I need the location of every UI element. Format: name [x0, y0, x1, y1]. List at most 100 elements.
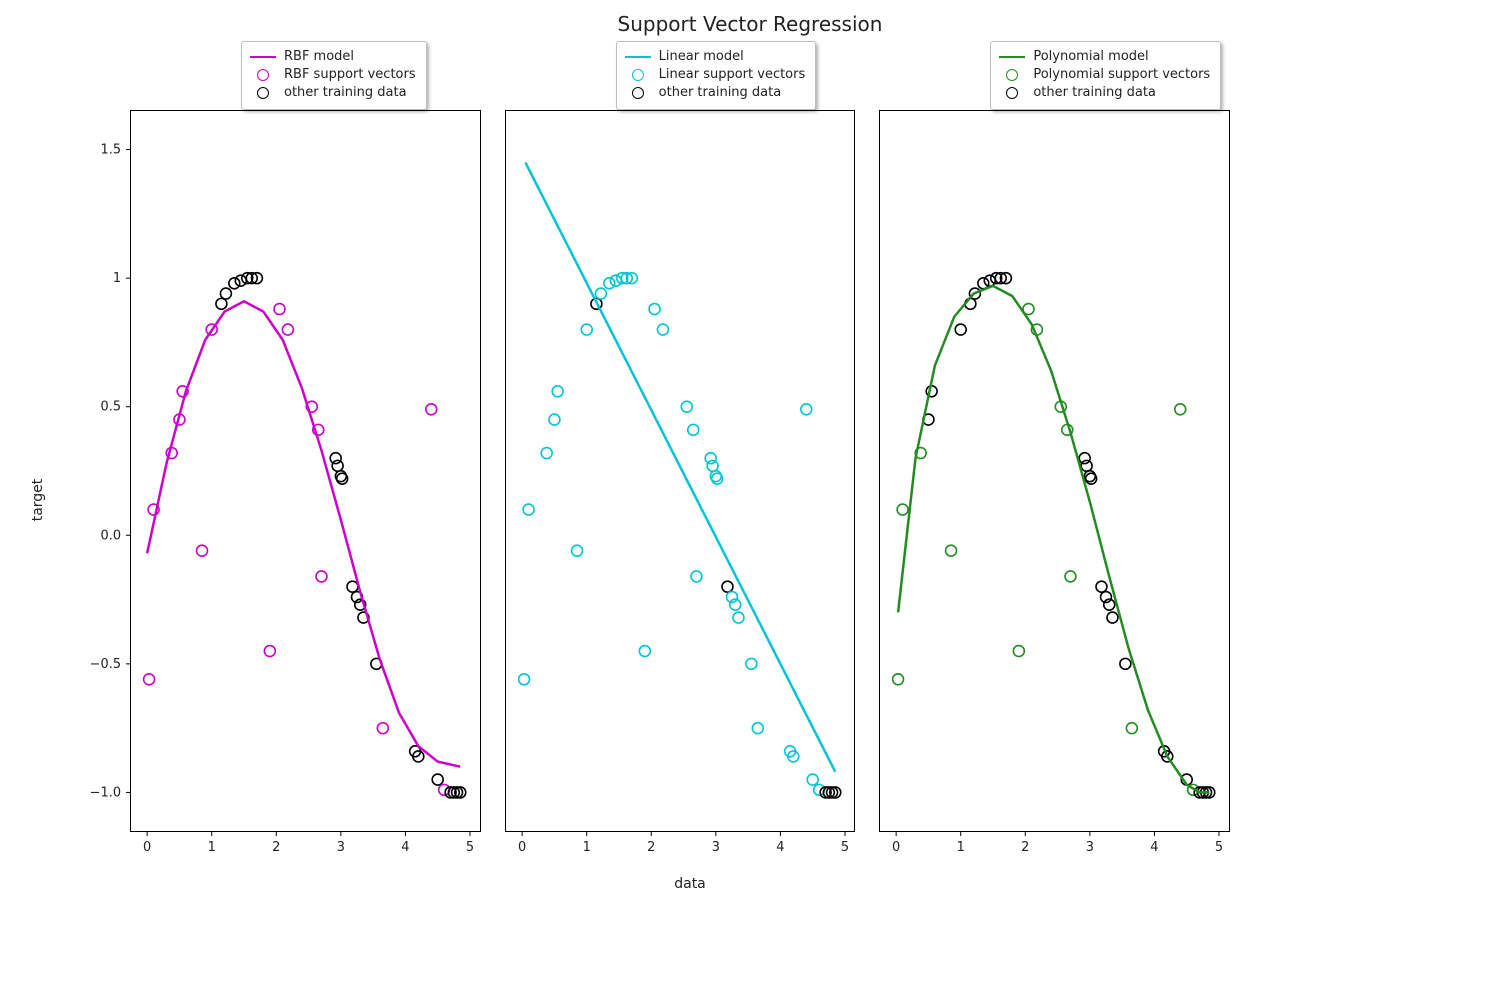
x-tick-label: 1	[582, 840, 590, 855]
legend: Linear modelLinear support vectorsother …	[616, 41, 817, 110]
x-tick-label: 4	[1151, 840, 1159, 855]
legend-label: RBF model	[284, 48, 354, 66]
legend-label: other training data	[1033, 84, 1156, 102]
x-tick-label: 4	[401, 840, 409, 855]
model-curve	[147, 301, 460, 766]
legend: RBF modelRBF support vectorsother traini…	[241, 41, 427, 110]
panel-row: RBF modelRBF support vectorsother traini…	[130, 110, 1230, 832]
support-vector-point	[610, 275, 621, 286]
training-point	[216, 298, 227, 309]
support-vector-point	[897, 504, 908, 515]
support-vector-point	[657, 324, 668, 335]
support-vector-point	[264, 646, 275, 657]
support-vector-point	[518, 674, 529, 685]
support-vector-point	[581, 324, 592, 335]
legend-marker-icon	[257, 69, 269, 81]
support-vector-point	[707, 460, 718, 471]
training-point	[220, 288, 231, 299]
training-point	[432, 774, 443, 785]
y-tick-label: −1.0	[90, 785, 121, 800]
training-point	[347, 581, 358, 592]
plot-area: 012345	[506, 111, 855, 831]
y-axis-label: target	[30, 479, 46, 522]
training-point	[1107, 612, 1118, 623]
training-point	[330, 453, 341, 464]
y-tick-label: 0.0	[101, 528, 122, 543]
x-tick-label: 1	[208, 840, 216, 855]
legend-label: other training data	[284, 84, 407, 102]
subplot-poly: Polynomial modelPolynomial support vecto…	[879, 110, 1230, 832]
training-point	[722, 581, 733, 592]
support-vector-point	[681, 401, 692, 412]
x-tick-label: 3	[337, 840, 345, 855]
x-tick-label: 0	[892, 840, 900, 855]
support-vector-point	[274, 304, 285, 315]
plot-area: 012345	[880, 111, 1229, 831]
plot-area: 012345−1.0−0.50.00.511.5	[131, 111, 480, 831]
x-tick-label: 2	[272, 840, 280, 855]
model-curve	[525, 162, 835, 771]
support-vector-point	[552, 386, 563, 397]
subplot-linear: Linear modelLinear support vectorsother …	[505, 110, 856, 832]
support-vector-point	[604, 278, 615, 289]
x-tick-label: 2	[647, 840, 655, 855]
support-vector-point	[946, 545, 957, 556]
x-tick-label: 5	[466, 840, 474, 855]
figure-title: Support Vector Regression	[0, 12, 1500, 36]
training-point	[956, 324, 967, 335]
legend-marker-icon	[632, 87, 644, 99]
support-vector-point	[649, 304, 660, 315]
support-vector-point	[571, 545, 582, 556]
training-point	[235, 275, 246, 286]
x-tick-label: 3	[1086, 840, 1094, 855]
support-vector-point	[541, 448, 552, 459]
support-vector-point	[282, 324, 293, 335]
y-tick-label: 1.5	[101, 143, 122, 158]
support-vector-point	[1175, 404, 1186, 415]
legend-marker-icon	[1006, 87, 1018, 99]
legend-label: Linear model	[659, 48, 744, 66]
support-vector-point	[377, 723, 388, 734]
subplot-rbf: RBF modelRBF support vectorsother traini…	[130, 110, 481, 832]
training-point	[229, 278, 240, 289]
legend-marker-icon	[257, 87, 269, 99]
support-vector-point	[523, 504, 534, 515]
x-tick-label: 2	[1022, 840, 1030, 855]
legend-label: RBF support vectors	[284, 66, 416, 84]
support-vector-point	[800, 404, 811, 415]
x-tick-label: 5	[841, 840, 849, 855]
support-vector-point	[752, 723, 763, 734]
legend-label: other training data	[659, 84, 782, 102]
support-vector-point	[1065, 571, 1076, 582]
legend-marker-icon	[1006, 69, 1018, 81]
support-vector-point	[705, 453, 716, 464]
support-vector-point	[197, 545, 208, 556]
x-tick-label: 0	[143, 840, 151, 855]
support-vector-point	[316, 571, 327, 582]
legend-label: Linear support vectors	[659, 66, 806, 84]
figure: Support Vector Regression target data RB…	[0, 0, 1500, 1000]
support-vector-point	[733, 612, 744, 623]
training-point	[1120, 658, 1131, 669]
model-curve	[898, 286, 1209, 793]
support-vector-point	[893, 674, 904, 685]
support-vector-point	[639, 646, 650, 657]
support-vector-point	[426, 404, 437, 415]
x-tick-label: 1	[957, 840, 965, 855]
legend: Polynomial modelPolynomial support vecto…	[990, 41, 1221, 110]
support-vector-point	[1014, 646, 1025, 657]
y-tick-label: −0.5	[90, 657, 121, 672]
x-axis-label: data	[674, 876, 706, 892]
legend-line-icon	[250, 56, 276, 58]
legend-label: Polynomial model	[1033, 48, 1148, 66]
support-vector-point	[549, 414, 560, 425]
support-vector-point	[691, 571, 702, 582]
support-vector-point	[144, 674, 155, 685]
legend-line-icon	[999, 56, 1025, 58]
y-tick-label: 0.5	[101, 400, 122, 415]
x-tick-label: 3	[711, 840, 719, 855]
training-point	[985, 275, 996, 286]
legend-marker-icon	[632, 69, 644, 81]
support-vector-point	[746, 658, 757, 669]
training-point	[1080, 453, 1091, 464]
